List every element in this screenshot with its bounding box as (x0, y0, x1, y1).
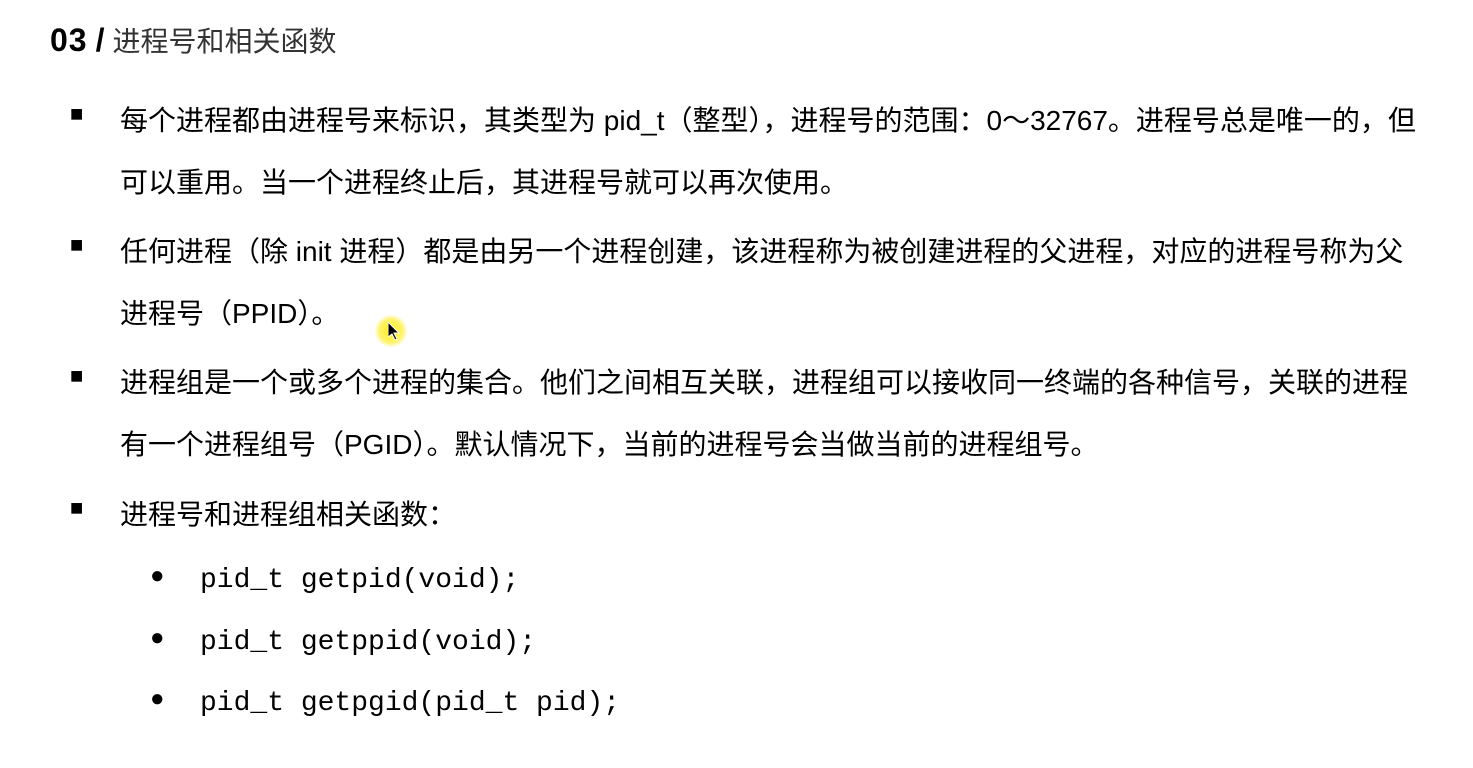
heading-title: 进程号和相关函数 (112, 20, 336, 60)
function-item: pid_t getpgid(pid_t pid); (150, 673, 1423, 735)
function-item: pid_t getpid(void); (150, 550, 1423, 612)
function-text: pid_t getpgid(pid_t pid); (200, 688, 620, 719)
heading: 03 / 进程号和相关函数 (50, 20, 1423, 60)
heading-number: 03 (50, 22, 88, 59)
bullet-item: 进程组是一个或多个进程的集合。他们之间相互关联，进程组可以接收同一终端的各种信号… (70, 352, 1423, 475)
function-text: pid_t getpid(void); (200, 565, 519, 596)
bullet-text: 任何进程（除 init 进程）都是由另一个进程创建，该进程称为被创建进程的父进程… (120, 236, 1403, 329)
bullet-text: 进程组是一个或多个进程的集合。他们之间相互关联，进程组可以接收同一终端的各种信号… (120, 367, 1408, 460)
bullet-item: 进程号和进程组相关函数： pid_t getpid(void); pid_t g… (70, 484, 1423, 735)
function-text: pid_t getppid(void); (200, 627, 536, 658)
bullet-item: 任何进程（除 init 进程）都是由另一个进程创建，该进程称为被创建进程的父进程… (70, 221, 1423, 344)
bullet-text: 进程号和进程组相关函数： (120, 499, 456, 530)
function-list: pid_t getpid(void); pid_t getppid(void);… (150, 550, 1423, 735)
slide-content: 03 / 进程号和相关函数 每个进程都由进程号来标识，其类型为 pid_t（整型… (0, 0, 1473, 763)
heading-slash: / (96, 22, 105, 59)
bullet-item: 每个进程都由进程号来标识，其类型为 pid_t（整型），进程号的范围：0～327… (70, 90, 1423, 213)
bullet-list: 每个进程都由进程号来标识，其类型为 pid_t（整型），进程号的范围：0～327… (70, 90, 1423, 735)
bullet-text: 每个进程都由进程号来标识，其类型为 pid_t（整型），进程号的范围：0～327… (120, 105, 1416, 198)
function-item: pid_t getppid(void); (150, 612, 1423, 674)
